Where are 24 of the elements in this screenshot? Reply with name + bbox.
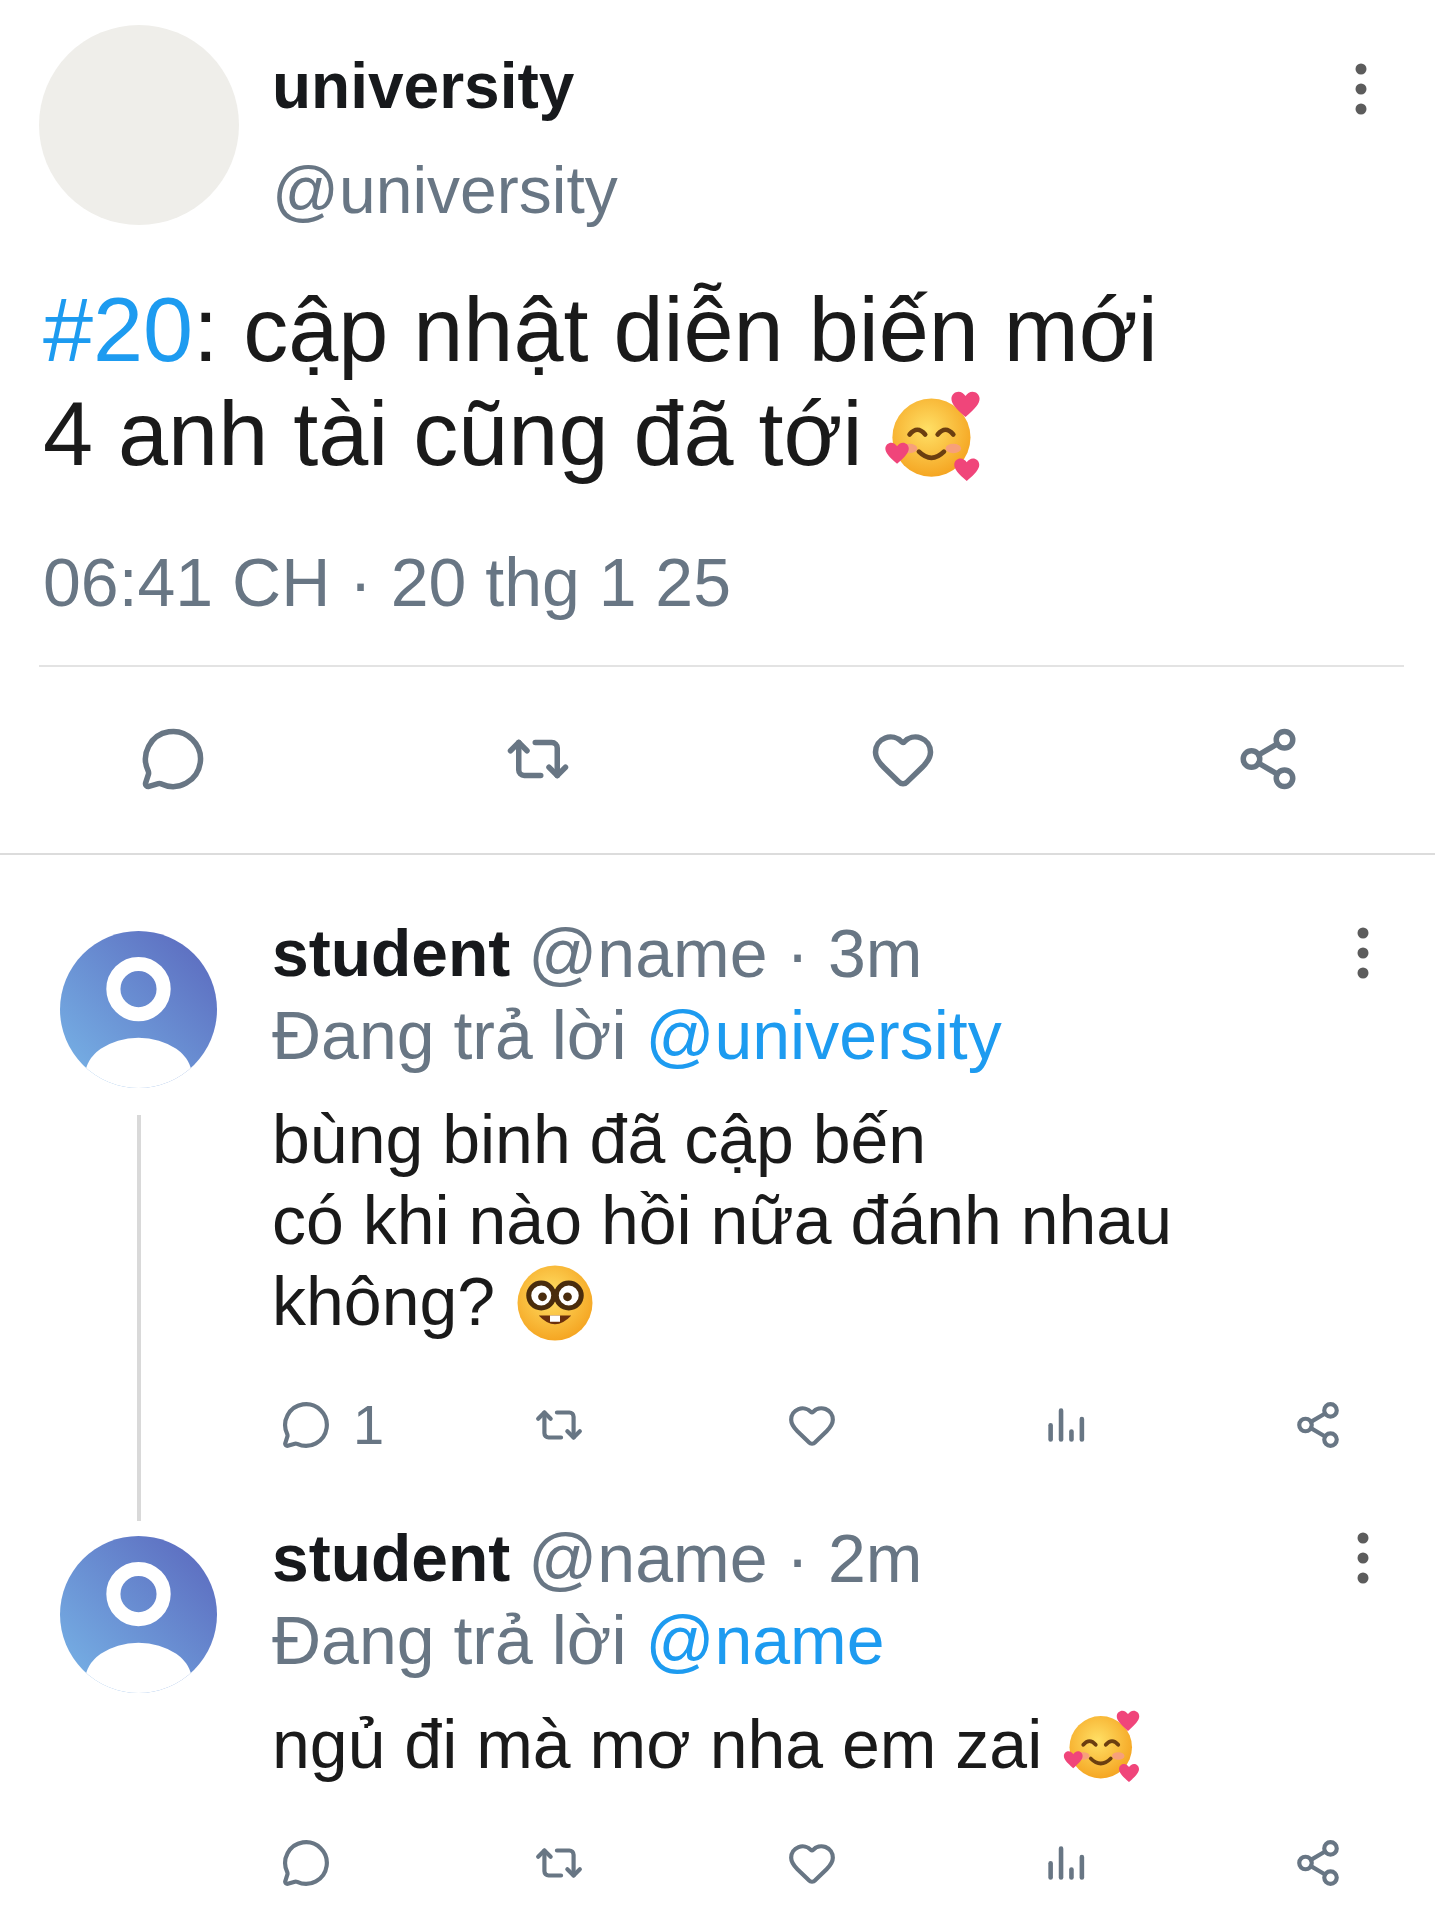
mention-link[interactable]: @university bbox=[645, 997, 1002, 1074]
tweet-text: #20: cập nhật diễn biến mới 4 anh tài cũng đã tới bbox=[43, 278, 1404, 487]
more-options-icon bbox=[1357, 927, 1369, 980]
person-avatar-icon[interactable] bbox=[60, 931, 217, 1089]
author-name: student bbox=[272, 1520, 511, 1598]
replying-to-text: Đang trả lời @university bbox=[272, 996, 1003, 1076]
author-name: student bbox=[272, 915, 511, 993]
reply-text: ngủ đi mà mơ nha em zai bbox=[272, 1704, 1272, 1787]
reply-text: bùng binh đã cập bến có khi nào hồi nữa đánh nhau không? bbox=[272, 1099, 1272, 1344]
reply-button[interactable] bbox=[281, 1838, 331, 1889]
person-avatar-icon[interactable] bbox=[60, 1536, 217, 1694]
replying-to-text: Đang trả lời @name bbox=[272, 1601, 886, 1681]
speech-bubble-icon bbox=[281, 1838, 331, 1889]
tweet-timestamp: 06:41 CH · 20 thg 1 25 bbox=[43, 543, 732, 623]
more-options-icon bbox=[1355, 63, 1367, 115]
handle-and-time: @name · 3m bbox=[528, 914, 923, 994]
mention-link[interactable]: @name bbox=[645, 1602, 885, 1679]
reply-button[interactable]: 1 bbox=[281, 1395, 385, 1456]
hashtag-link[interactable]: #20 bbox=[43, 280, 194, 380]
more-options-icon bbox=[1357, 1532, 1369, 1585]
author-name: university bbox=[272, 49, 576, 124]
author-handle: @university bbox=[272, 152, 618, 228]
speech-bubble-icon bbox=[281, 1400, 331, 1451]
handle-and-time: @name · 2m bbox=[528, 1519, 923, 1599]
